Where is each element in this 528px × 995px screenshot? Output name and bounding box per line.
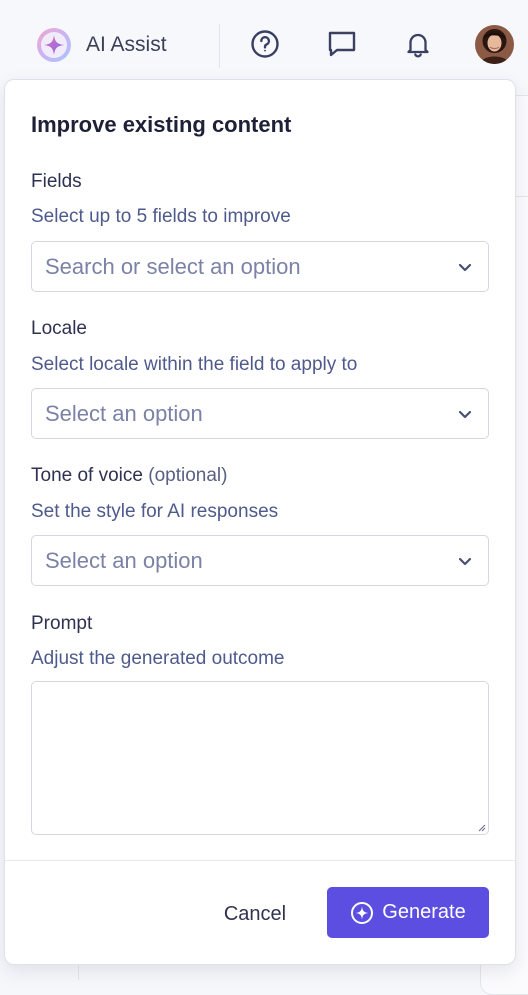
sparkle-icon [351,901,374,924]
fields-select[interactable]: Search or select an option [31,241,489,292]
topbar-divider [219,24,220,68]
locale-help-text: Select locale within the field to apply … [31,354,358,375]
help-icon[interactable] [249,28,281,60]
locale-select[interactable]: Select an option [31,388,489,439]
tone-optional-text: (optional) [148,465,228,486]
locale-select-placeholder: Select an option [45,400,203,426]
improve-content-panel: Improve existing content Fields Select u… [4,79,516,965]
ai-sparkle-logo-icon [37,28,71,62]
chat-icon[interactable] [326,28,358,60]
footer-divider [5,860,515,861]
ai-assist-button[interactable]: AI Assist [36,27,167,63]
prompt-textarea[interactable] [31,681,489,835]
fields-label: Fields [31,171,82,192]
cancel-button[interactable]: Cancel [205,889,305,939]
bell-icon[interactable] [402,28,434,60]
chevron-down-icon [458,557,472,565]
tone-label: Tone of voice (optional) [31,465,227,487]
chevron-down-icon [458,410,472,418]
tone-select-placeholder: Select an option [45,547,203,573]
generate-button[interactable]: Generate [327,887,489,938]
prompt-help-text: Adjust the generated outcome [31,648,285,669]
top-bar: AI Assist [0,0,528,88]
user-avatar[interactable] [475,25,514,64]
resize-grip-icon[interactable] [477,823,486,832]
tone-select[interactable]: Select an option [31,535,489,586]
ai-assist-label: AI Assist [86,33,167,56]
generate-label: Generate [382,901,466,923]
tone-help-text: Set the style for AI responses [31,501,279,522]
fields-help-text: Select up to 5 fields to improve [31,206,291,227]
fields-select-placeholder: Search or select an option [45,253,301,279]
locale-label: Locale [31,318,87,339]
panel-title: Improve existing content [31,112,292,137]
tone-label-text: Tone of voice [31,465,143,486]
chevron-down-icon [458,263,472,271]
prompt-label: Prompt [31,613,93,634]
